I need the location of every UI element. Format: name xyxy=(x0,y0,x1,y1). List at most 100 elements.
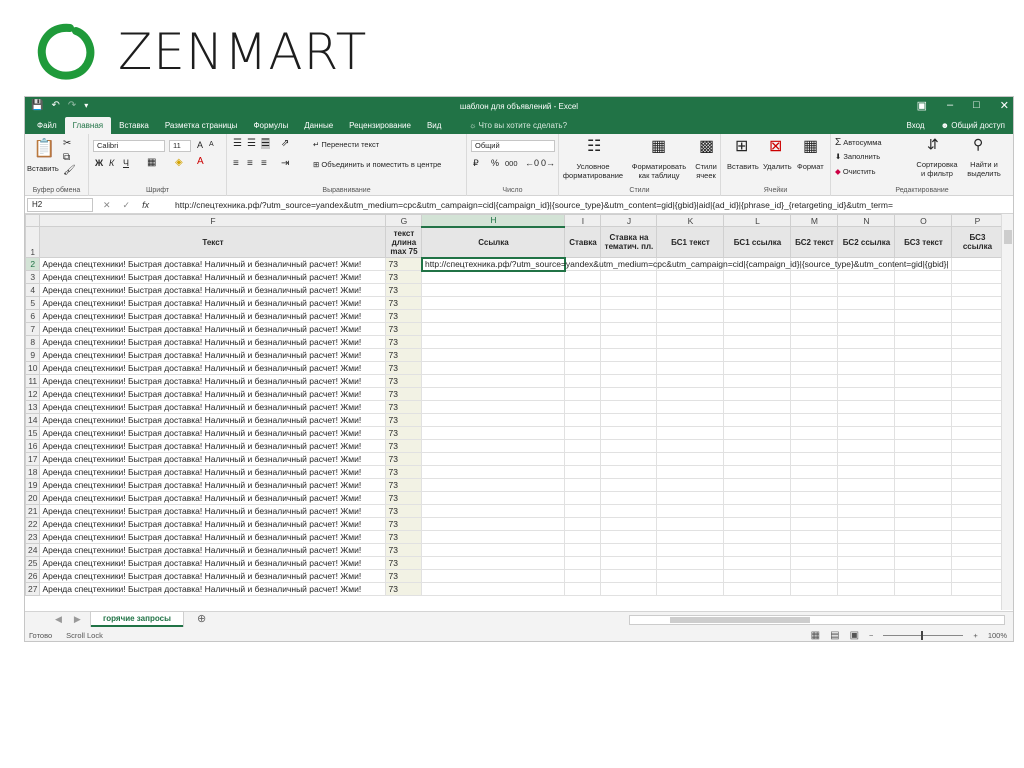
row-header[interactable]: 4 xyxy=(25,283,41,297)
cancel-icon[interactable]: ✕ xyxy=(103,198,111,212)
cell[interactable] xyxy=(951,309,1004,323)
cell[interactable] xyxy=(600,400,658,414)
cell-text[interactable]: Аренда спецтехники! Быстрая доставка! На… xyxy=(39,478,387,492)
column-title[interactable]: текст длина max 75 xyxy=(385,226,423,258)
cell[interactable] xyxy=(894,504,953,518)
cell[interactable] xyxy=(837,556,896,570)
cell[interactable] xyxy=(564,387,602,401)
cell[interactable] xyxy=(723,270,792,284)
row-header[interactable]: 5 xyxy=(25,296,41,310)
cell-length[interactable]: 73 xyxy=(385,309,423,323)
cell[interactable] xyxy=(656,504,725,518)
row-header[interactable]: 25 xyxy=(25,556,41,570)
row-header[interactable]: 1 xyxy=(25,226,41,258)
column-header-g[interactable]: G xyxy=(385,214,423,227)
cell-text[interactable]: Аренда спецтехники! Быстрая доставка! На… xyxy=(39,387,387,401)
cell-text[interactable]: Аренда спецтехники! Быстрая доставка! На… xyxy=(39,582,387,596)
cell[interactable] xyxy=(600,322,658,336)
cell-text[interactable]: Аренда спецтехники! Быстрая доставка! На… xyxy=(39,413,387,427)
align-bottom-icon[interactable]: ☰ xyxy=(261,138,270,149)
align-right-icon[interactable]: ≡ xyxy=(261,158,267,169)
column-title[interactable]: БС3 текст xyxy=(894,226,953,258)
orientation-icon[interactable]: ⇗ xyxy=(281,138,289,149)
cell[interactable] xyxy=(564,296,602,310)
cell[interactable] xyxy=(894,283,953,297)
cell-text[interactable]: Аренда спецтехники! Быстрая доставка! На… xyxy=(39,556,387,570)
cell[interactable] xyxy=(564,439,602,453)
cell[interactable] xyxy=(421,387,566,401)
cell[interactable] xyxy=(790,452,839,466)
cell[interactable] xyxy=(421,270,566,284)
cell[interactable] xyxy=(837,478,896,492)
cell[interactable] xyxy=(723,478,792,492)
cell[interactable] xyxy=(564,374,602,388)
cell[interactable] xyxy=(837,465,896,479)
cell-text[interactable]: Аренда спецтехники! Быстрая доставка! На… xyxy=(39,426,387,440)
cell[interactable] xyxy=(564,543,602,557)
cell[interactable] xyxy=(600,452,658,466)
cell-length[interactable]: 73 xyxy=(385,517,423,531)
cell[interactable] xyxy=(421,309,566,323)
indent-icon[interactable]: ⇥ xyxy=(281,158,289,169)
zoom-out-icon[interactable]: − xyxy=(869,631,873,640)
cell[interactable] xyxy=(656,270,725,284)
format-as-table-button[interactable]: Форматировать как таблицу xyxy=(629,162,689,180)
cell[interactable] xyxy=(837,322,896,336)
cell-text[interactable]: Аренда спецтехники! Быстрая доставка! На… xyxy=(39,569,387,583)
cell-length[interactable]: 73 xyxy=(385,439,423,453)
cell[interactable] xyxy=(837,348,896,362)
cell[interactable] xyxy=(951,270,1004,284)
row-header[interactable]: 12 xyxy=(25,387,41,401)
cell[interactable] xyxy=(600,335,658,349)
cell-text[interactable]: Аренда спецтехники! Быстрая доставка! На… xyxy=(39,543,387,557)
cell[interactable] xyxy=(837,374,896,388)
cell[interactable] xyxy=(600,569,658,583)
cell-text[interactable]: Аренда спецтехники! Быстрая доставка! На… xyxy=(39,257,387,271)
fill-color-icon[interactable]: ◈ xyxy=(175,157,183,168)
clear-button[interactable]: ◆ Очистить xyxy=(835,167,876,176)
conditional-formatting-button[interactable]: Условное форматирование xyxy=(561,162,625,180)
decrease-decimal-icon[interactable]: 0→ xyxy=(541,158,555,168)
cell[interactable] xyxy=(894,270,953,284)
cell[interactable] xyxy=(951,257,1004,271)
cell[interactable] xyxy=(656,530,725,544)
row-header[interactable]: 19 xyxy=(25,478,41,492)
cell-text[interactable]: Аренда спецтехники! Быстрая доставка! На… xyxy=(39,322,387,336)
maximize-button[interactable]: □ xyxy=(973,99,980,112)
cell[interactable] xyxy=(790,439,839,453)
cell[interactable] xyxy=(656,556,725,570)
fill-button[interactable]: ⬇ Заполнить xyxy=(835,152,880,161)
cell[interactable] xyxy=(951,296,1004,310)
cell[interactable] xyxy=(790,465,839,479)
cell[interactable] xyxy=(564,400,602,414)
cell[interactable] xyxy=(837,517,896,531)
zoom-slider[interactable] xyxy=(883,631,964,640)
cell[interactable] xyxy=(894,322,953,336)
cell-length[interactable]: 73 xyxy=(385,257,423,271)
row-header[interactable]: 17 xyxy=(25,452,41,466)
cell[interactable] xyxy=(837,569,896,583)
cell[interactable] xyxy=(723,361,792,375)
cell[interactable] xyxy=(723,348,792,362)
cell[interactable] xyxy=(790,491,839,505)
bold-button[interactable]: Ж xyxy=(95,158,103,168)
cell[interactable] xyxy=(790,543,839,557)
cell[interactable] xyxy=(894,491,953,505)
cell[interactable] xyxy=(790,348,839,362)
cell[interactable] xyxy=(421,569,566,583)
scroll-right-icon[interactable]: ▶ xyxy=(74,614,81,625)
cell[interactable] xyxy=(656,283,725,297)
cell-length[interactable]: 73 xyxy=(385,478,423,492)
row-header[interactable]: 13 xyxy=(25,400,41,414)
find-select-button[interactable]: Найти и выделить xyxy=(961,160,1007,178)
align-top-icon[interactable]: ☰ xyxy=(233,138,242,149)
insert-cells-button[interactable]: Вставить xyxy=(727,162,759,171)
cell[interactable] xyxy=(600,517,658,531)
row-header[interactable]: 27 xyxy=(25,582,41,596)
cell[interactable] xyxy=(421,413,566,427)
column-header-i[interactable]: I xyxy=(564,214,602,227)
align-center-icon[interactable]: ≡ xyxy=(247,158,253,169)
cell-length[interactable]: 73 xyxy=(385,374,423,388)
cell[interactable] xyxy=(790,387,839,401)
active-cell[interactable]: http://спецтехника.рф/?utm_source=yandex… xyxy=(420,256,949,272)
